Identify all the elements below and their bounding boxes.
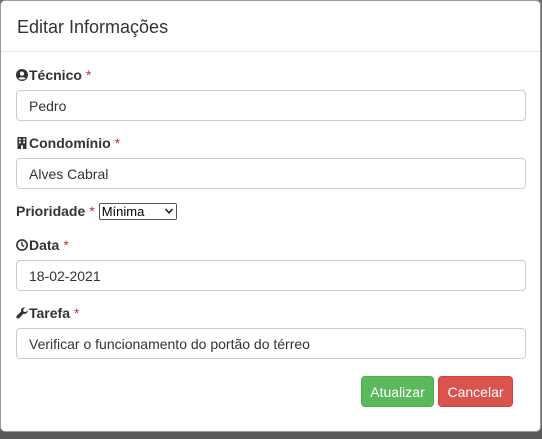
edit-modal: Editar Informações Técnico * Condomínio … — [0, 0, 541, 432]
data-label: Data — [29, 237, 60, 253]
prioridade-selected-value: Mínima — [101, 203, 145, 219]
condominio-input[interactable] — [16, 158, 526, 189]
condominio-label: Condomínio — [29, 135, 111, 151]
prioridade-required-mark: * — [89, 203, 95, 219]
tecnico-field: Técnico * — [16, 66, 526, 121]
condominio-field: Condomínio * — [16, 134, 526, 189]
tarefa-required-mark: * — [73, 305, 80, 321]
tecnico-label: Técnico — [29, 67, 82, 83]
wrench-icon — [16, 307, 28, 319]
modal-title: Editar Informações — [17, 17, 169, 37]
cancel-button[interactable]: Cancelar — [438, 376, 513, 407]
chevron-down-icon — [164, 206, 174, 216]
tarefa-field: Tarefa * — [16, 304, 526, 359]
condominio-label-row: Condomínio * — [16, 134, 525, 152]
condominio-required-mark: * — [114, 135, 121, 151]
tarefa-input[interactable] — [16, 328, 526, 359]
data-input[interactable] — [16, 260, 526, 291]
data-label-row: Data * — [16, 236, 525, 254]
prioridade-field: Prioridade * Mínima — [16, 202, 525, 220]
tecnico-input[interactable] — [16, 90, 526, 121]
modal-header: Editar Informações — [1, 1, 540, 52]
modal-footer: Atualizar Cancelar — [361, 376, 513, 407]
data-field: Data * — [16, 236, 526, 291]
tarefa-label-row: Tarefa * — [16, 304, 525, 322]
tarefa-label: Tarefa — [29, 305, 70, 321]
modal-body: Técnico * Condomínio * Prioridade * Míni… — [1, 52, 540, 359]
prioridade-select[interactable]: Mínima — [98, 202, 177, 220]
clock-icon — [16, 239, 28, 251]
building-icon — [16, 137, 28, 149]
data-required-mark: * — [63, 237, 69, 253]
tecnico-label-row: Técnico * — [16, 66, 525, 84]
tecnico-required-mark: * — [85, 67, 92, 83]
update-button[interactable]: Atualizar — [361, 376, 434, 407]
user-circle-icon — [16, 69, 28, 81]
prioridade-label: Prioridade — [16, 203, 86, 219]
